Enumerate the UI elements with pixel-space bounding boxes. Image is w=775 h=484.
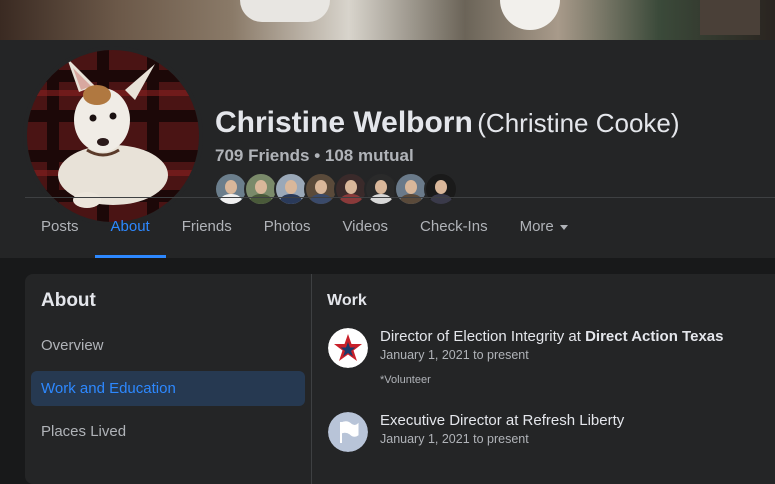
tab-friends[interactable]: Friends [166, 198, 248, 258]
tab-posts[interactable]: Posts [25, 198, 95, 258]
sidebar-item-places-lived[interactable]: Places Lived [31, 414, 305, 449]
tab-videos[interactable]: Videos [326, 198, 404, 258]
about-title: About [41, 290, 96, 311]
profile-name-row: Christine Welborn (Christine Cooke) [215, 106, 680, 140]
cover-cup [500, 0, 560, 30]
tab-photos[interactable]: Photos [248, 198, 327, 258]
job-title-line: Director of Election Integrity at Direct… [380, 328, 723, 345]
job-note: *Volunteer [380, 374, 431, 386]
tab-more[interactable]: More [504, 198, 584, 258]
about-panel: About Overview Work and Education Places… [25, 274, 775, 484]
profile-tabs: Posts About Friends Photos Videos Check-… [25, 198, 584, 258]
tab-check-ins[interactable]: Check-Ins [404, 198, 504, 258]
star-logo-icon[interactable] [328, 328, 368, 368]
work-title: Work [327, 292, 367, 309]
cover-photo[interactable] [0, 0, 775, 40]
job-title[interactable]: Executive Director at Refresh Liberty [380, 412, 624, 429]
job-details: Director of Election Integrity at Direct… [380, 328, 723, 386]
sidebar-item-work-and-education[interactable]: Work and Education [31, 371, 305, 406]
cover-object [700, 0, 760, 35]
job-details: Executive Director at Refresh Liberty Ja… [380, 412, 624, 446]
job-date: January 1, 2021 to present [380, 432, 529, 446]
tab-more-label: More [519, 218, 554, 235]
tab-about[interactable]: About [94, 198, 166, 258]
job-title: Director of Election Integrity at [380, 328, 581, 345]
job-date: January 1, 2021 to present [380, 348, 529, 362]
friends-count[interactable]: 709 Friends • 108 mutual [215, 146, 414, 166]
caret-down-icon [559, 224, 568, 230]
profile-name: Christine Welborn [215, 106, 473, 139]
company-link[interactable]: Direct Action Texas [585, 328, 723, 345]
cover-plate [240, 0, 330, 22]
about-sidebar: About Overview Work and Education Places… [25, 274, 312, 484]
sidebar-item-overview[interactable]: Overview [31, 328, 305, 363]
flag-icon[interactable] [328, 412, 368, 452]
profile-alt-name: (Christine Cooke) [477, 108, 680, 138]
